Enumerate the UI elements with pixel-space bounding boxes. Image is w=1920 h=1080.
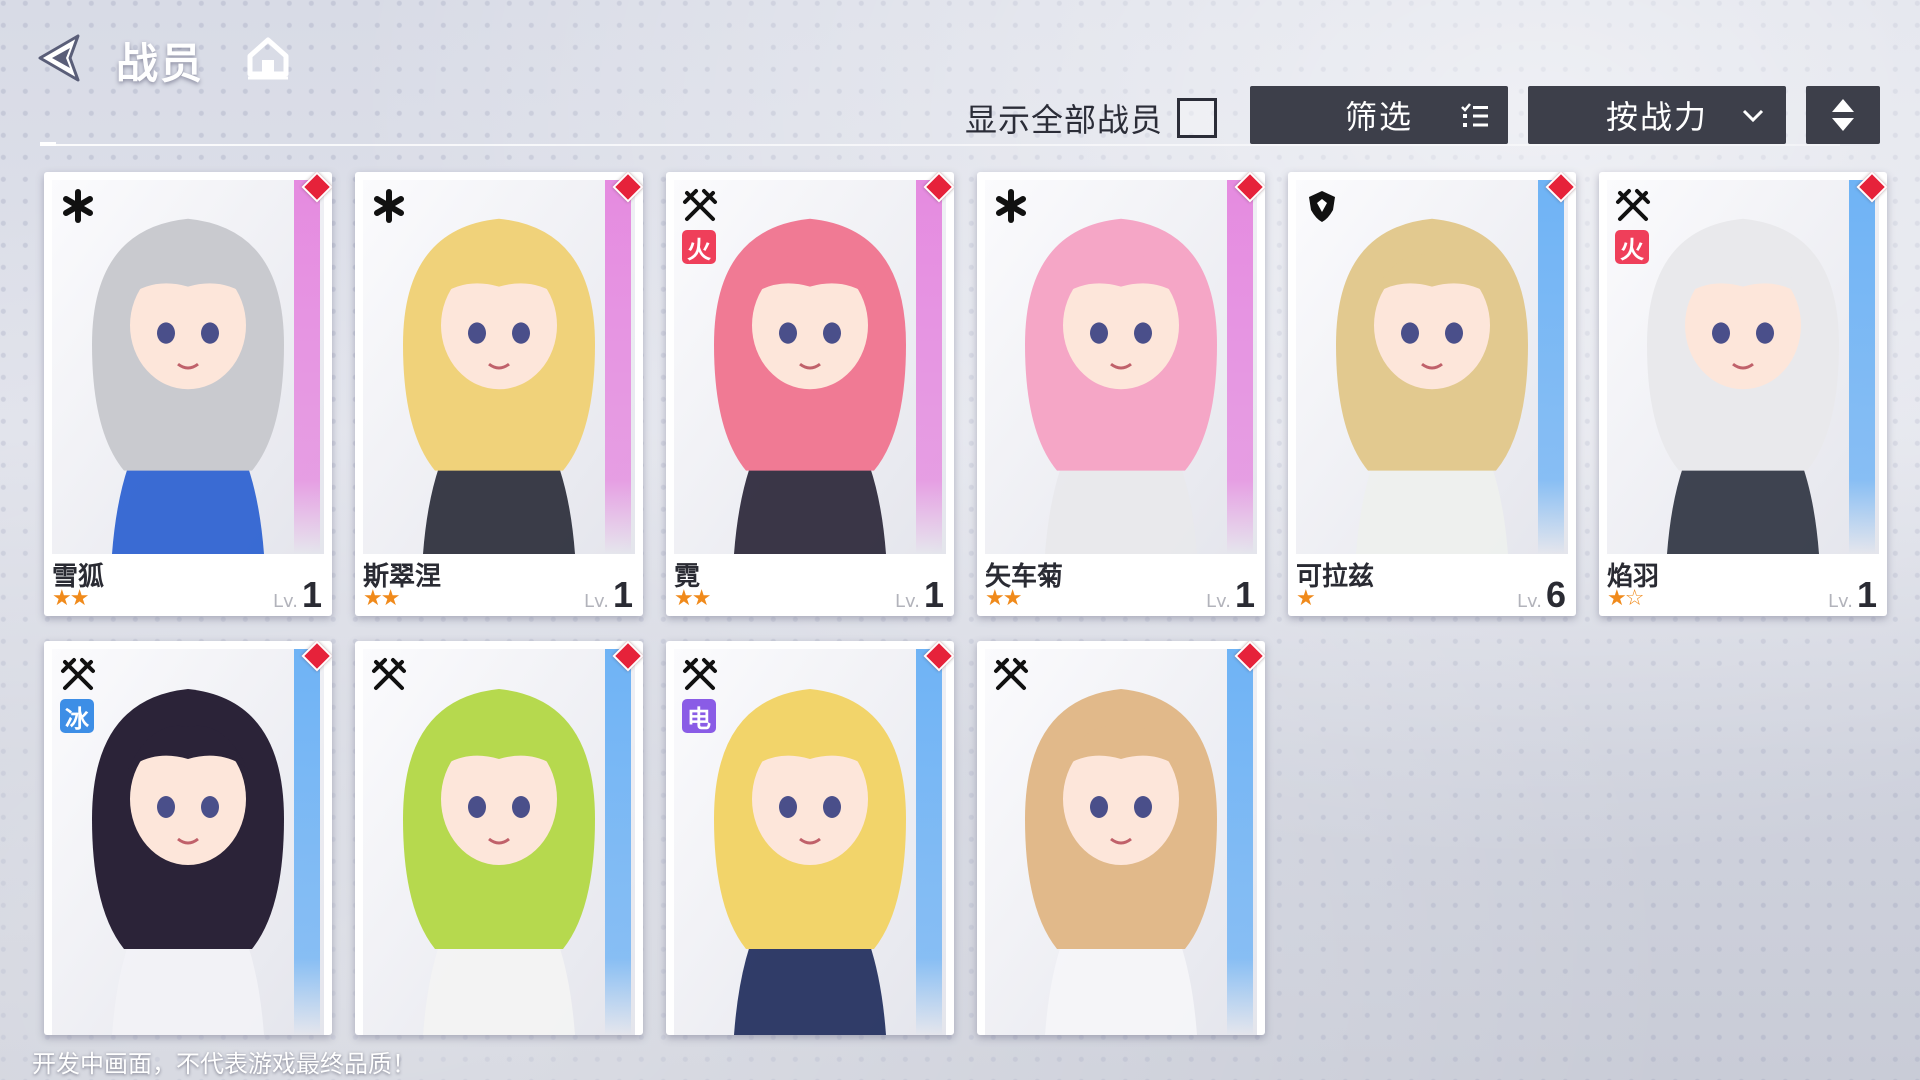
operator-artwork xyxy=(985,180,1257,554)
operator-level: Lv. 1 xyxy=(584,574,633,616)
sort-dropdown[interactable]: 按战力 xyxy=(1528,86,1786,144)
operator-card[interactable]: 雪狐 ★★ Lv. 1 xyxy=(44,172,332,616)
operator-portrait xyxy=(985,180,1257,554)
operator-level: Lv. 1 xyxy=(1206,574,1255,616)
operator-card[interactable] xyxy=(977,641,1265,1035)
crossed-swords-class-icon xyxy=(993,657,1029,693)
operator-stars: ★ xyxy=(1296,586,1316,611)
shield-class-icon xyxy=(1304,188,1340,224)
rarity-stripe xyxy=(1849,180,1875,554)
filter-button[interactable]: 筛选 xyxy=(1250,86,1508,144)
operator-card[interactable]: 斯翠涅 ★★ Lv. 1 xyxy=(355,172,643,616)
home-icon xyxy=(247,37,289,80)
operator-stars: ★☆ xyxy=(1607,586,1644,611)
operator-artwork xyxy=(1296,180,1568,554)
operator-portrait xyxy=(363,180,635,554)
operator-artwork xyxy=(985,649,1257,1035)
level-prefix: Lv. xyxy=(1205,591,1231,612)
rarity-stripe xyxy=(605,649,631,1035)
rarity-stripe xyxy=(1538,180,1564,554)
operator-portrait xyxy=(985,649,1257,1035)
rarity-stripe xyxy=(1227,649,1253,1035)
asterisk-class-icon xyxy=(371,188,407,224)
operator-portrait xyxy=(363,649,635,1035)
chevron-down-icon xyxy=(1742,109,1764,123)
crossed-swords-class-icon xyxy=(371,657,407,693)
crossed-swords-class-icon xyxy=(682,657,718,693)
level-value: 1 xyxy=(1234,574,1255,615)
operator-artwork xyxy=(363,180,635,554)
operator-portrait xyxy=(52,180,324,554)
level-value: 1 xyxy=(301,574,322,615)
asterisk-class-icon xyxy=(993,188,1029,224)
header-divider xyxy=(40,144,1840,146)
crossed-swords-class-icon xyxy=(682,188,718,224)
operator-level: Lv. 1 xyxy=(1828,574,1877,616)
level-prefix: Lv. xyxy=(583,591,609,612)
level-prefix: Lv. xyxy=(272,591,298,612)
sort-label: 按战力 xyxy=(1605,98,1708,136)
level-prefix: Lv. xyxy=(1516,591,1542,612)
show-all-label: 显示全部战员 xyxy=(965,101,1164,139)
filter-label: 筛选 xyxy=(1344,98,1413,136)
show-all-operators-toggle[interactable]: 显示全部战员 xyxy=(965,95,1218,141)
show-all-checkbox[interactable] xyxy=(1177,98,1218,138)
top-bar: 战员 显示全部战员 筛选 按战力 xyxy=(0,0,1920,146)
operator-stars: ★★ xyxy=(674,586,711,611)
home-button[interactable] xyxy=(244,34,292,82)
rarity-stripe xyxy=(605,180,631,554)
level-prefix: Lv. xyxy=(894,591,920,612)
level-prefix: Lv. xyxy=(1827,591,1853,612)
operator-level: Lv. 1 xyxy=(273,574,322,616)
operator-card[interactable]: 冰 xyxy=(44,641,332,1035)
sort-order-icon xyxy=(1832,99,1854,131)
crossed-swords-class-icon xyxy=(1615,188,1651,224)
operator-level: Lv. 6 xyxy=(1517,574,1566,616)
operator-card[interactable] xyxy=(355,641,643,1035)
sort-order-button[interactable] xyxy=(1806,86,1880,144)
crossed-swords-class-icon xyxy=(60,657,96,693)
rarity-stripe xyxy=(1227,180,1253,554)
operator-card[interactable]: 矢车菊 ★★ Lv. 1 xyxy=(977,172,1265,616)
operator-stars: ★★ xyxy=(52,586,89,611)
level-value: 6 xyxy=(1545,574,1566,615)
rarity-stripe xyxy=(916,180,942,554)
rarity-stripe xyxy=(294,180,320,554)
element-badge: 火 xyxy=(1615,230,1649,264)
page-title: 战员 xyxy=(116,39,205,88)
back-arrow-icon xyxy=(38,34,80,82)
level-value: 1 xyxy=(1856,574,1877,615)
operator-artwork xyxy=(363,649,635,1035)
level-value: 1 xyxy=(923,574,944,615)
rarity-stripe xyxy=(294,649,320,1035)
rarity-stripe xyxy=(916,649,942,1035)
asterisk-class-icon xyxy=(60,188,96,224)
operator-portrait xyxy=(1296,180,1568,554)
operator-stars: ★★ xyxy=(985,586,1022,611)
development-notice: 开发中画面，不代表游戏最终品质！ xyxy=(32,1050,416,1078)
operator-stars: ★★ xyxy=(363,586,400,611)
operator-card[interactable]: 电 xyxy=(666,641,954,1035)
operator-card[interactable]: 火 霓 ★★ Lv. 1 xyxy=(666,172,954,616)
element-badge: 冰 xyxy=(60,699,94,733)
element-badge: 火 xyxy=(682,230,716,264)
header-divider-mark xyxy=(40,142,56,146)
element-badge: 电 xyxy=(682,699,716,733)
operator-artwork xyxy=(52,180,324,554)
operator-card[interactable]: 可拉兹 ★ Lv. 6 xyxy=(1288,172,1576,616)
list-filter-icon xyxy=(1461,103,1488,127)
operator-card[interactable]: 火 焰羽 ★☆ Lv. 1 xyxy=(1599,172,1887,616)
operator-level: Lv. 1 xyxy=(895,574,944,616)
back-button[interactable] xyxy=(32,30,88,86)
level-value: 1 xyxy=(612,574,633,615)
